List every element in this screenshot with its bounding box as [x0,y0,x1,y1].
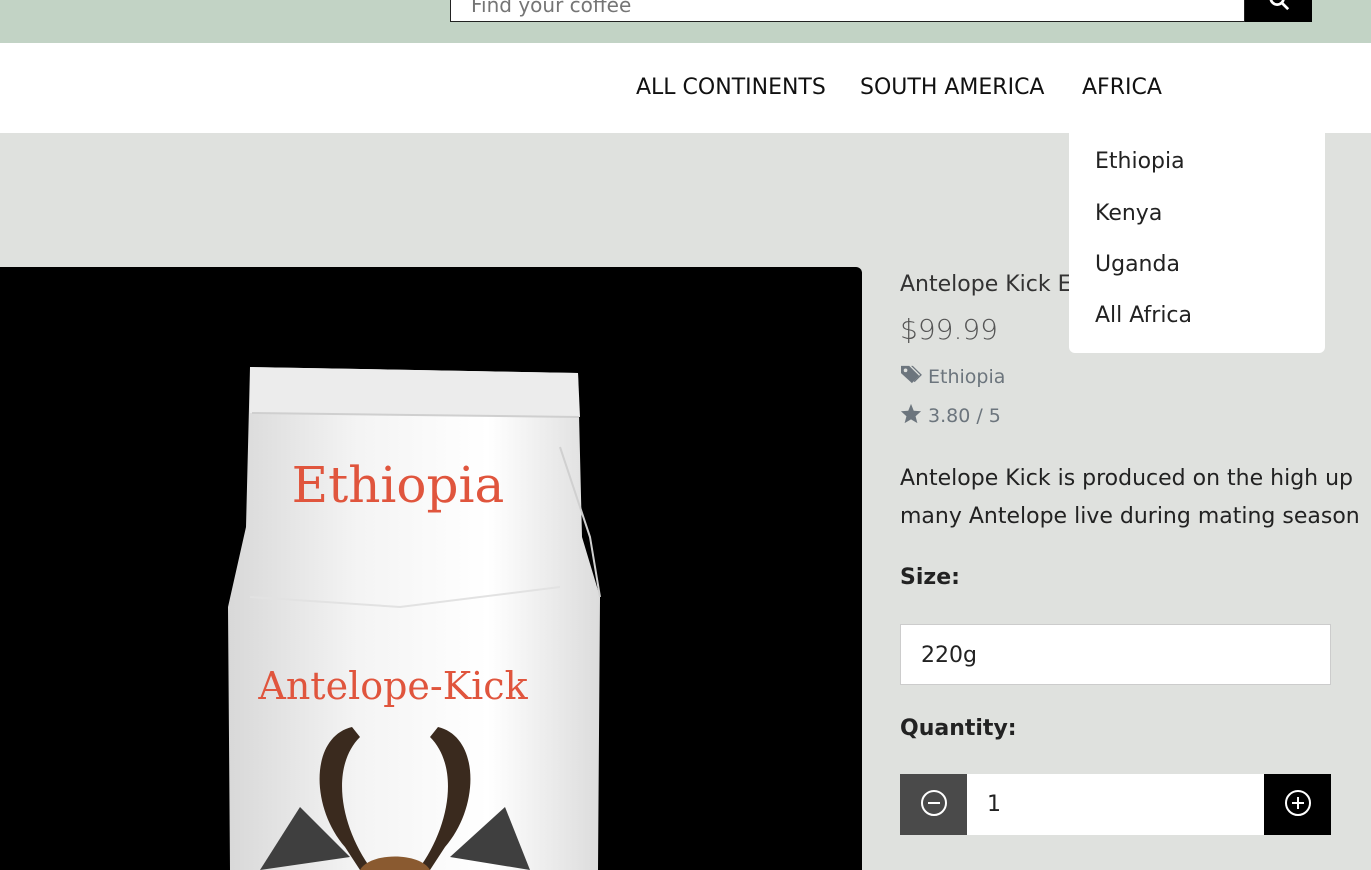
product-price: $99.99 [900,313,998,346]
main-navbar: ALL CONTINENTS SOUTH AMERICA AFRICA [0,43,1371,133]
tag-icon [900,364,922,389]
size-label: Size: [900,565,960,590]
dropdown-item-all-africa[interactable]: All Africa [1095,303,1192,328]
dropdown-item-uganda[interactable]: Uganda [1095,252,1180,277]
product-description: Antelope Kick is produced on the high up… [900,460,1371,536]
quantity-label: Quantity: [900,716,1017,741]
bag-name-text: Antelope-Kick [257,664,528,708]
africa-dropdown-menu: Ethiopia Kenya Uganda All Africa [1069,133,1325,353]
bag-origin-text: Ethiopia [292,456,505,514]
dropdown-item-kenya[interactable]: Kenya [1095,201,1162,226]
search-form [450,0,1312,22]
nav-all-continents[interactable]: ALL CONTINENTS [636,75,826,100]
star-icon [900,403,922,429]
rating-text: 3.80 / 5 [928,405,1001,427]
nav-south-america[interactable]: SOUTH AMERICA [860,75,1044,100]
dropdown-item-ethiopia[interactable]: Ethiopia [1095,149,1185,174]
nav-africa[interactable]: AFRICA [1082,75,1162,100]
product-title: Antelope Kick E [900,272,1072,297]
size-select[interactable]: 220g [900,624,1331,685]
plus-circle-icon [1284,789,1312,820]
product-image: Ethiopia Antelope-Kick [0,267,862,870]
category-link[interactable]: Ethiopia [928,366,1005,388]
description-line-1: Antelope Kick is produced on the high up [900,466,1353,491]
top-search-bar [0,0,1371,43]
product-rating: 3.80 / 5 [900,403,1001,429]
search-input[interactable] [450,0,1245,22]
search-button[interactable] [1245,0,1312,22]
description-line-2: many Antelope live during mating season [900,504,1360,529]
increment-button[interactable] [1264,774,1331,835]
minus-circle-icon [920,789,948,820]
search-icon [1268,0,1290,14]
decrement-button[interactable] [900,774,967,835]
quantity-stepper: 1 [900,774,1331,835]
product-category[interactable]: Ethiopia [900,364,1005,389]
quantity-input[interactable]: 1 [967,774,1264,835]
